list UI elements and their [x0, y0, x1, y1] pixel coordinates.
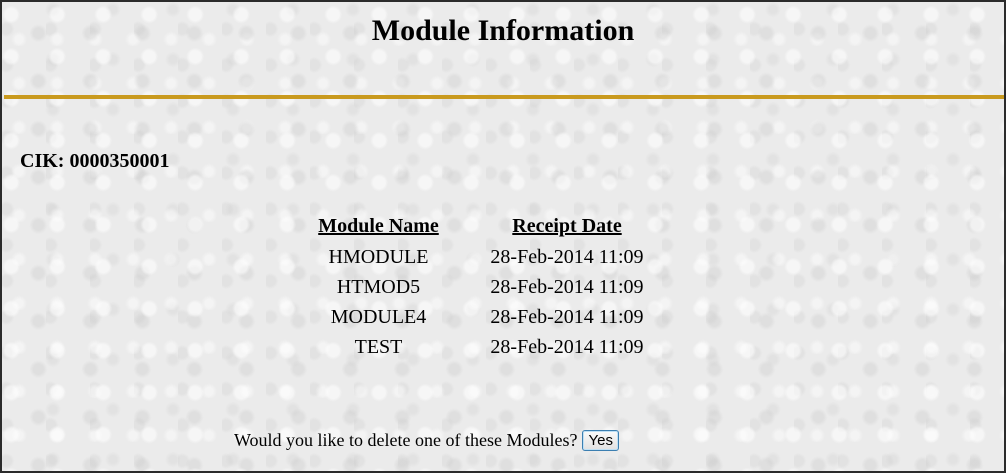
module-info-panel: Module Information CIK: 0000350001 Modul… — [0, 0, 1006, 473]
receipt-date-cell: 28-Feb-2014 11:09 — [490, 305, 644, 328]
module-name-header: Module Name — [318, 214, 439, 237]
modules-table: Module Name Receipt Date HMODULE 28-Feb-… — [300, 214, 677, 362]
table-row: MODULE4 28-Feb-2014 11:09 — [300, 302, 677, 332]
delete-question-text: Would you like to delete one of these Mo… — [234, 430, 578, 450]
receipt-date-cell: 28-Feb-2014 11:09 — [490, 335, 644, 358]
table-row: TEST 28-Feb-2014 11:09 — [300, 332, 677, 362]
module-name-cell: MODULE4 — [330, 305, 427, 328]
module-name-cell: HMODULE — [328, 245, 429, 268]
table-header-row: Module Name Receipt Date — [300, 214, 677, 242]
receipt-date-cell: 28-Feb-2014 11:09 — [490, 275, 644, 298]
receipt-date-cell: 28-Feb-2014 11:09 — [490, 245, 644, 268]
cik-label: CIK: 0000350001 — [20, 150, 170, 172]
page-title: Module Information — [371, 14, 635, 47]
title-divider — [4, 95, 1004, 99]
receipt-date-header: Receipt Date — [512, 214, 622, 237]
yes-button[interactable]: Yes — [582, 430, 619, 451]
module-name-cell: HTMOD5 — [336, 275, 421, 298]
delete-prompt: Would you like to delete one of these Mo… — [234, 430, 619, 451]
module-name-cell: TEST — [354, 335, 403, 358]
table-row: HMODULE 28-Feb-2014 11:09 — [300, 242, 677, 272]
table-row: HTMOD5 28-Feb-2014 11:09 — [300, 272, 677, 302]
